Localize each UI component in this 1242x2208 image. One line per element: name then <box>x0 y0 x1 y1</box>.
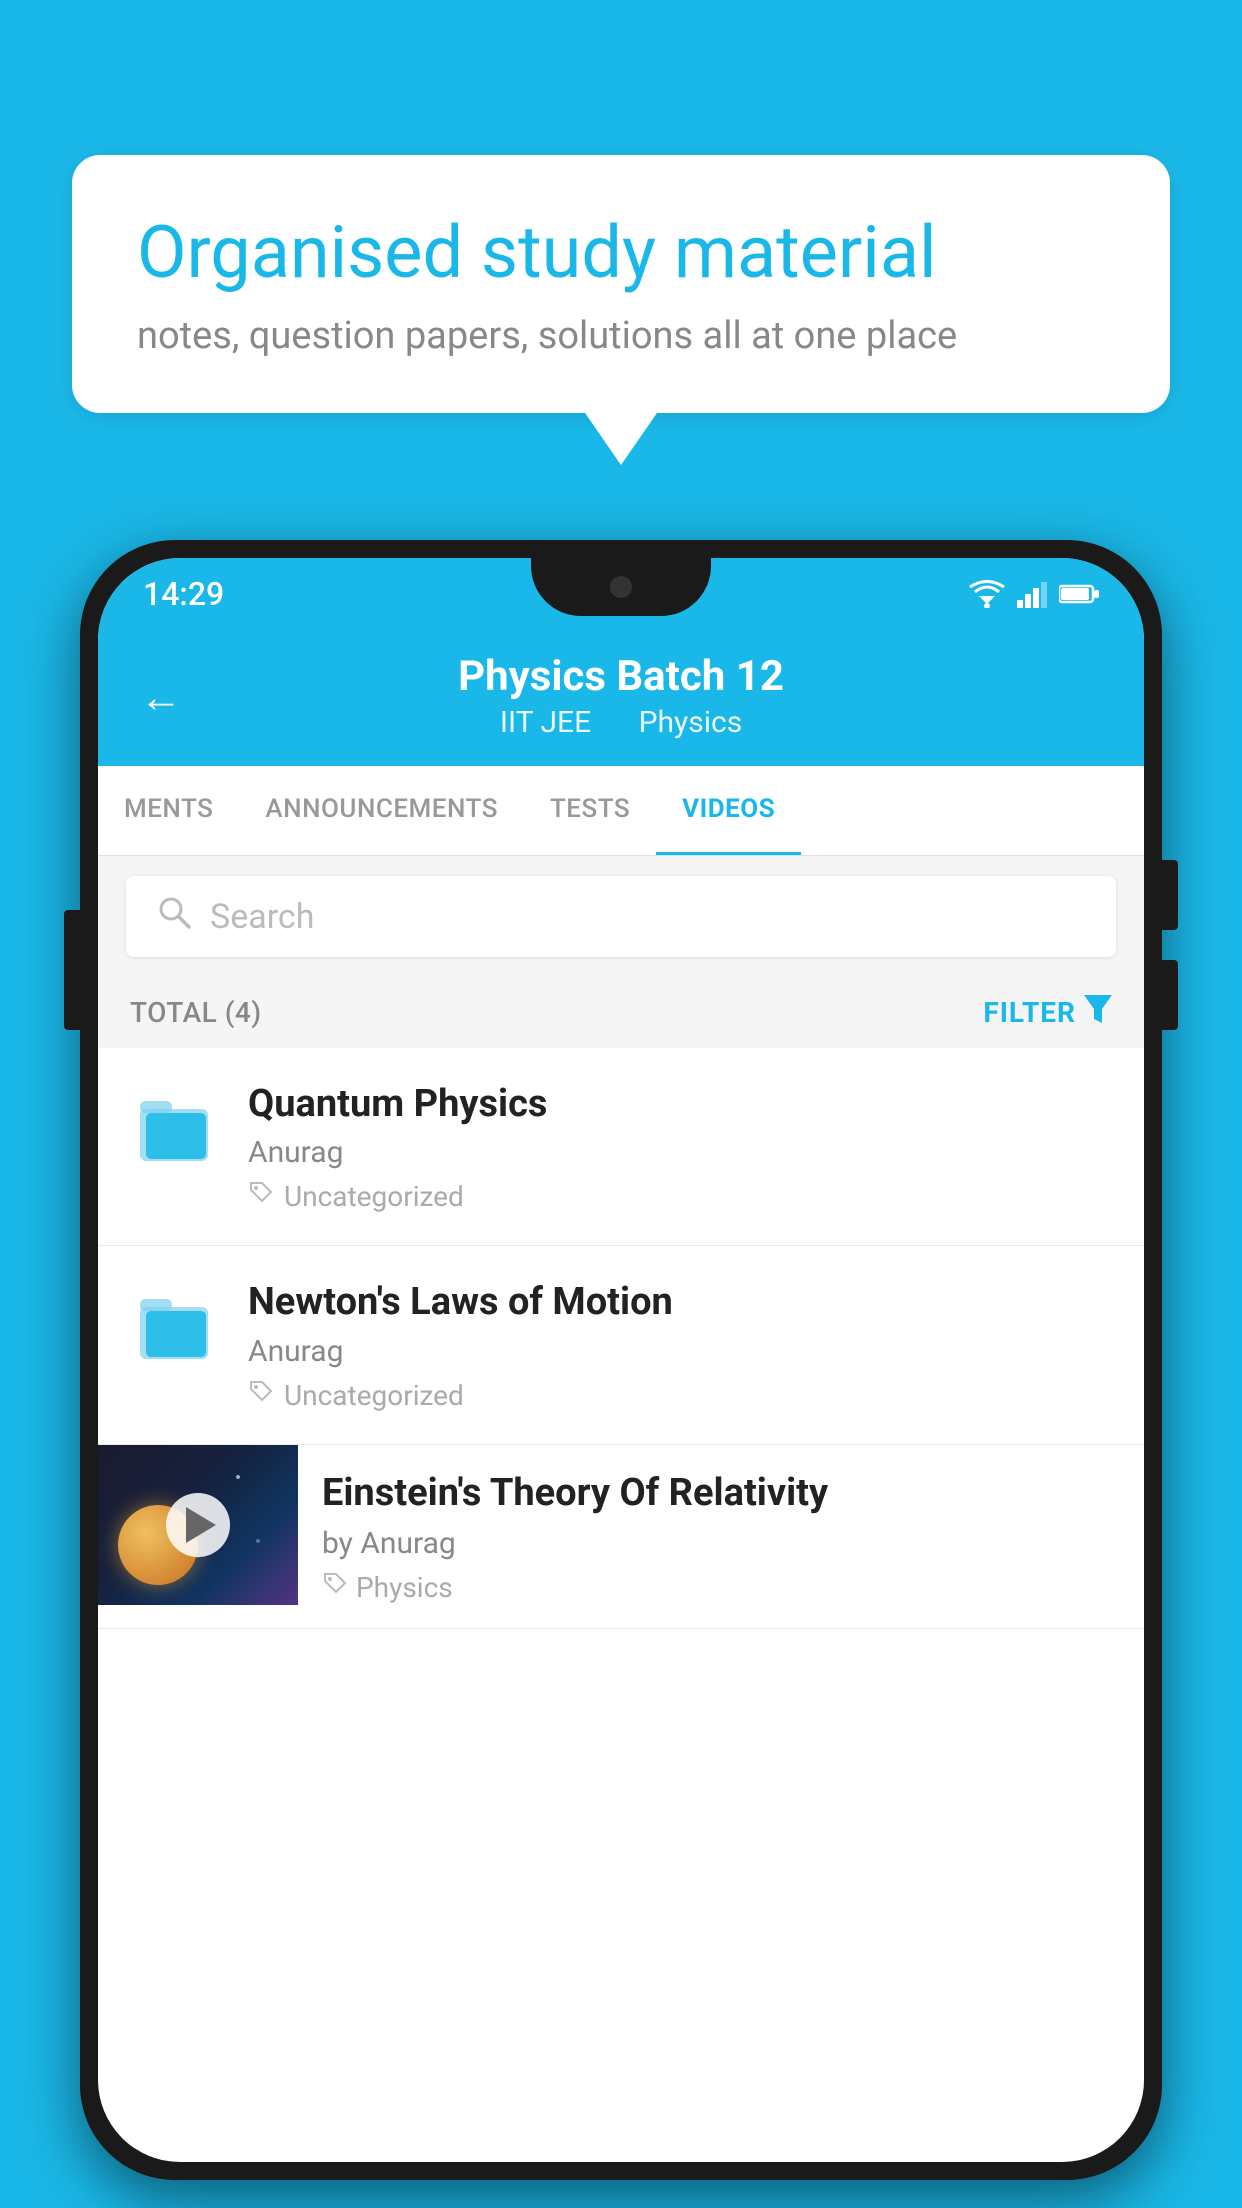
filter-row: TOTAL (4) FILTER <box>98 977 1144 1048</box>
list-item[interactable]: Quantum Physics Anurag Uncategorized <box>98 1048 1144 1246</box>
video-tag-icon <box>322 1571 348 1604</box>
filter-funnel-icon <box>1084 995 1112 1030</box>
tag-icon <box>248 1180 274 1213</box>
filter-button[interactable]: FILTER <box>983 995 1112 1030</box>
play-triangle-icon <box>186 1507 216 1543</box>
list-item[interactable]: Newton's Laws of Motion Anurag Uncategor… <box>98 1246 1144 1444</box>
content-list: Quantum Physics Anurag Uncategorized <box>98 1048 1144 1629</box>
header-subtitle: IIT JEE Physics <box>148 705 1094 740</box>
video-tag-label: Physics <box>356 1571 453 1604</box>
item-author: Anurag <box>248 1334 1112 1369</box>
folder-icon <box>138 1293 212 1361</box>
item-info: Newton's Laws of Motion Anurag Uncategor… <box>248 1278 1112 1411</box>
video-info: Einstein's Theory Of Relativity by Anura… <box>298 1445 1144 1628</box>
video-author: by Anurag <box>322 1526 1120 1561</box>
camera-dot <box>610 576 632 598</box>
item-info: Quantum Physics Anurag Uncategorized <box>248 1080 1112 1213</box>
status-time: 14:29 <box>143 575 224 613</box>
header-title: Physics Batch 12 <box>148 652 1094 701</box>
tab-ments[interactable]: MENTS <box>98 766 239 855</box>
bubble-subtitle: notes, question papers, solutions all at… <box>137 314 1105 358</box>
filter-label: FILTER <box>983 996 1076 1029</box>
total-count: TOTAL (4) <box>130 996 262 1029</box>
bubble-title: Organised study material <box>137 210 1105 296</box>
search-bar[interactable]: Search <box>126 876 1116 957</box>
back-button[interactable]: ← <box>140 674 182 723</box>
item-author: Anurag <box>248 1135 1112 1170</box>
status-bar: 14:29 <box>98 558 1144 630</box>
search-icon <box>156 894 192 939</box>
folder-icon-wrap <box>130 1282 220 1372</box>
signal-icon <box>1017 580 1047 608</box>
status-icons <box>969 580 1099 608</box>
video-thumbnail <box>98 1445 298 1605</box>
item-title: Quantum Physics <box>248 1080 1112 1129</box>
item-tag: Uncategorized <box>248 1180 1112 1213</box>
tabs-bar: MENTS ANNOUNCEMENTS TESTS VIDEOS <box>98 766 1144 856</box>
app-header: ← Physics Batch 12 IIT JEE Physics <box>98 630 1144 766</box>
folder-icon <box>138 1095 212 1163</box>
tag-label: Uncategorized <box>284 1379 464 1412</box>
speech-bubble: Organised study material notes, question… <box>72 155 1170 413</box>
video-title: Einstein's Theory Of Relativity <box>322 1469 1120 1518</box>
item-tag: Uncategorized <box>248 1379 1112 1412</box>
tab-tests[interactable]: TESTS <box>524 766 656 855</box>
folder-icon-wrap <box>130 1084 220 1174</box>
tag-icon <box>248 1379 274 1412</box>
wifi-icon <box>969 580 1005 608</box>
header-tag2: Physics <box>639 705 743 740</box>
search-placeholder: Search <box>210 897 314 937</box>
tab-videos[interactable]: VIDEOS <box>656 766 801 855</box>
tab-announcements[interactable]: ANNOUNCEMENTS <box>239 766 524 855</box>
video-tag: Physics <box>322 1571 1120 1604</box>
tag-label: Uncategorized <box>284 1180 464 1213</box>
search-container: Search <box>98 856 1144 977</box>
battery-icon <box>1059 583 1099 605</box>
header-tag1: IIT JEE <box>500 705 591 740</box>
list-item-video[interactable]: Einstein's Theory Of Relativity by Anura… <box>98 1445 1144 1629</box>
notch <box>531 558 711 616</box>
play-button[interactable] <box>166 1493 230 1557</box>
phone-mockup: 14:29 <box>80 540 1162 2180</box>
item-title: Newton's Laws of Motion <box>248 1278 1112 1327</box>
